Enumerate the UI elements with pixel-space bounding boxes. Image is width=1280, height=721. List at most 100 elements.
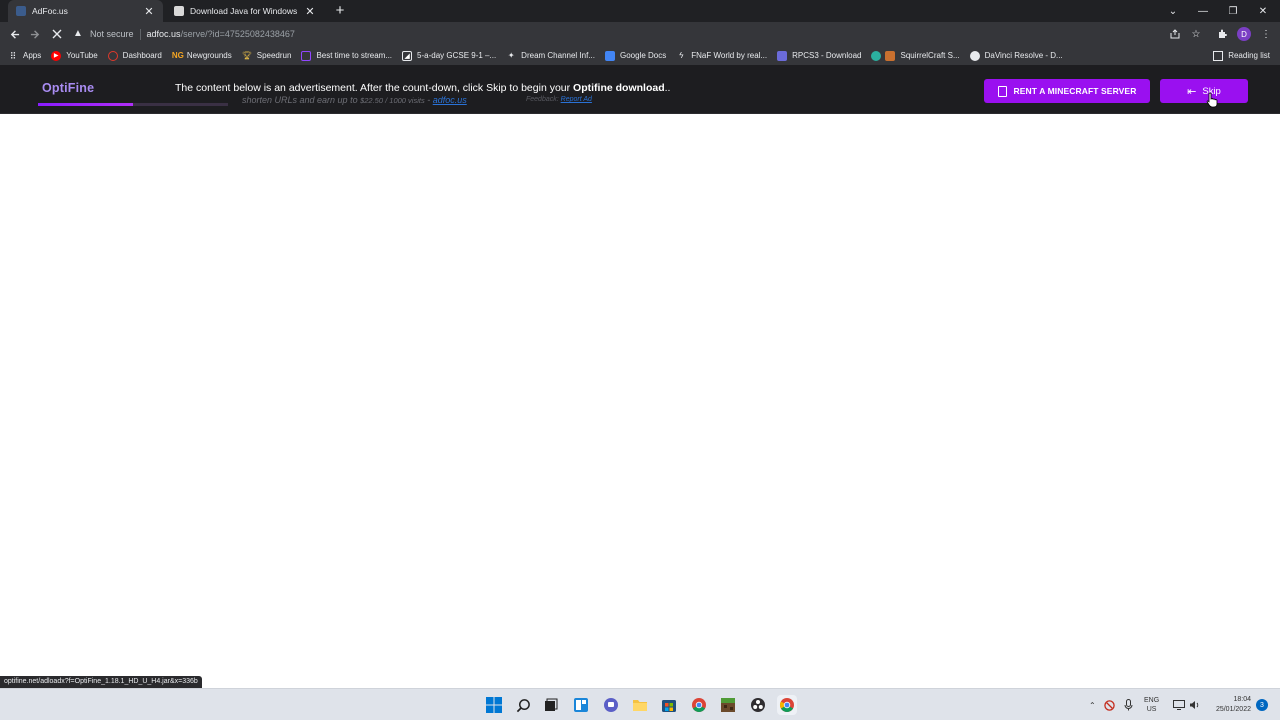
forward-icon[interactable]	[27, 26, 43, 42]
clock-date: 25/01/2022	[1215, 706, 1251, 713]
clock[interactable]: 18:04 25/01/2022	[1205, 695, 1251, 715]
ad-message: The content below is an advertisement. A…	[175, 82, 670, 94]
bookmark-newgrounds[interactable]: NG Newgrounds	[172, 51, 232, 61]
url-host[interactable]: adfoc.us	[147, 29, 181, 39]
adfocus-link[interactable]: adfoc.us	[433, 95, 467, 105]
microphone-icon[interactable]	[1124, 689, 1133, 721]
reading-list[interactable]: Reading list	[1213, 46, 1270, 65]
server-icon	[997, 85, 1007, 97]
bookmark-label: 5-a-day GCSE 9-1 –...	[417, 51, 497, 60]
feedback: Feedback: Report Ad	[526, 96, 592, 103]
minimize-icon[interactable]: —	[1188, 0, 1218, 22]
bookmark-gcse[interactable]: ◢ 5-a-day GCSE 9-1 –...	[402, 50, 497, 61]
bookmark-label: SquirrelCraft S...	[900, 51, 960, 60]
chrome-active-icon[interactable]	[777, 695, 797, 715]
file-explorer-icon[interactable]	[630, 695, 650, 715]
tab-adfocus[interactable]: AdFoc.us ✕	[8, 0, 163, 22]
window-close-icon[interactable]: ✕	[1248, 0, 1278, 22]
fnaf-icon: ϟ	[679, 50, 684, 60]
stop-loading-icon[interactable]	[49, 26, 65, 42]
obs-icon[interactable]	[748, 695, 768, 715]
start-icon[interactable]	[484, 695, 504, 715]
bookmark-label: Speedrun	[256, 51, 292, 60]
rent-server-label: RENT A MINECRAFT SERVER	[1013, 86, 1137, 96]
google-docs-icon	[604, 50, 615, 61]
back-icon[interactable]	[6, 26, 22, 42]
tab-java-download[interactable]: Download Java for Windows ✕	[166, 0, 324, 22]
bookmark-star-icon[interactable]: ☆	[1188, 26, 1204, 42]
profile-avatar[interactable]: D	[1237, 27, 1251, 41]
bookmark-label: YouTube	[66, 51, 98, 60]
divider	[139, 28, 141, 40]
bookmarks-bar: ⠿ Apps ▶ YouTube Dashboard NG Newgrounds 🏆︎…	[0, 46, 1280, 65]
share-icon[interactable]	[1167, 26, 1183, 42]
bookmark-speedrun[interactable]: 🏆︎ Speedrun	[242, 51, 292, 61]
hand-cursor-icon	[1206, 92, 1218, 108]
brand-title: OptiFine	[42, 81, 95, 95]
bookmark-dream[interactable]: ✦ Dream Channel Inf...	[506, 51, 595, 61]
newgrounds-icon: NG	[171, 50, 184, 60]
ad-message-bold: Optifine download	[573, 82, 665, 94]
security-status[interactable]: Not secure	[90, 29, 134, 39]
page-favicon-icon	[174, 6, 184, 16]
bookmark-davinci[interactable]: DaVinci Resolve - D...	[969, 50, 1063, 61]
bookmark-label: Google Docs	[619, 51, 667, 60]
bookmark-fnaf[interactable]: ϟ FNaF World by real...	[676, 51, 767, 61]
tab-title: Download Java for Windows	[190, 6, 298, 16]
search-icon[interactable]	[513, 695, 533, 715]
extensions-icon[interactable]	[1214, 26, 1230, 42]
teams-chat-icon[interactable]	[601, 695, 621, 715]
bookmark-dashboard[interactable]: Dashboard	[107, 50, 162, 61]
new-tab-button[interactable]: +	[333, 3, 347, 19]
menu-icon[interactable]: ⋮	[1258, 26, 1274, 42]
gcse-icon: ◢	[402, 50, 413, 61]
warning-icon[interactable]: ▲	[72, 28, 84, 40]
bookmark-twitch[interactable]: Best time to stream...	[301, 50, 392, 61]
bookmark-squirrelcraft[interactable]: SquirrelCraft S...	[871, 50, 960, 61]
youtube-icon: ▶	[51, 50, 62, 61]
bookmark-label: RPCS3 - Download	[792, 51, 862, 60]
bookmark-label: Apps	[23, 51, 42, 60]
task-view-icon[interactable]	[541, 695, 561, 715]
show-hidden-icons-icon[interactable]: ⌃	[1089, 689, 1096, 721]
restore-icon[interactable]: ❐	[1218, 0, 1248, 22]
countdown-progress-fill	[38, 103, 133, 106]
bookmark-youtube[interactable]: ▶ YouTube	[51, 50, 98, 61]
widgets-icon[interactable]	[571, 695, 591, 715]
taskbar: ⌃ ENG US 18:04 25/01/2022 3	[0, 688, 1280, 720]
ad-subtext-prefix: shorten URLs and earn up to	[242, 95, 361, 105]
bookmark-label: Newgrounds	[186, 51, 232, 60]
adfocus-favicon-icon	[16, 6, 26, 16]
rent-server-button[interactable]: RENT A MINECRAFT SERVER	[984, 79, 1150, 103]
reading-list-icon	[1213, 50, 1224, 61]
squirrel-icon	[885, 50, 896, 61]
close-icon[interactable]: ✕	[304, 5, 316, 18]
notification-badge[interactable]: 3	[1256, 699, 1268, 711]
ad-message-text: The content below is an advertisement. A…	[175, 82, 574, 94]
tab-strip: AdFoc.us ✕ Download Java for Windows ✕ +…	[0, 0, 1280, 22]
bookmark-rpcs3[interactable]: RPCS3 - Download	[777, 50, 862, 61]
apps-grid-icon: ⠿	[9, 50, 17, 61]
bookmark-apps[interactable]: ⠿ Apps	[8, 50, 42, 61]
bookmark-google-docs[interactable]: Google Docs	[604, 50, 667, 61]
tab-title: AdFoc.us	[32, 6, 68, 16]
url-path[interactable]: /serve/?id=47525082438467	[181, 29, 295, 39]
rpcs3-icon	[777, 50, 788, 61]
address-bar[interactable]: ▲ Not secure adfoc.us/serve/?id=47525082…	[72, 24, 1162, 44]
store-icon[interactable]	[659, 695, 679, 715]
link-status-bubble: optifine.net/adloadx?f=OptiFine_1.18.1_H…	[0, 676, 202, 688]
volume-icon[interactable]	[1189, 689, 1200, 721]
close-icon[interactable]: ✕	[143, 5, 155, 18]
report-ad-link[interactable]: Report Ad	[561, 96, 592, 103]
security-tray-icon[interactable]	[1104, 689, 1115, 721]
trophy-icon: 🏆︎	[241, 50, 252, 60]
language-indicator[interactable]: ENG US	[1144, 696, 1159, 714]
network-icon[interactable]	[1173, 689, 1185, 721]
clock-time: 18:04	[1233, 696, 1251, 703]
davinci-icon	[969, 50, 980, 61]
chrome-icon[interactable]	[689, 695, 709, 715]
reading-list-label: Reading list	[1228, 51, 1270, 60]
minecraft-icon[interactable]	[718, 695, 738, 715]
skip-button[interactable]: ⇤ Skip	[1160, 79, 1248, 103]
tab-search-icon[interactable]: ⌄	[1158, 0, 1188, 22]
